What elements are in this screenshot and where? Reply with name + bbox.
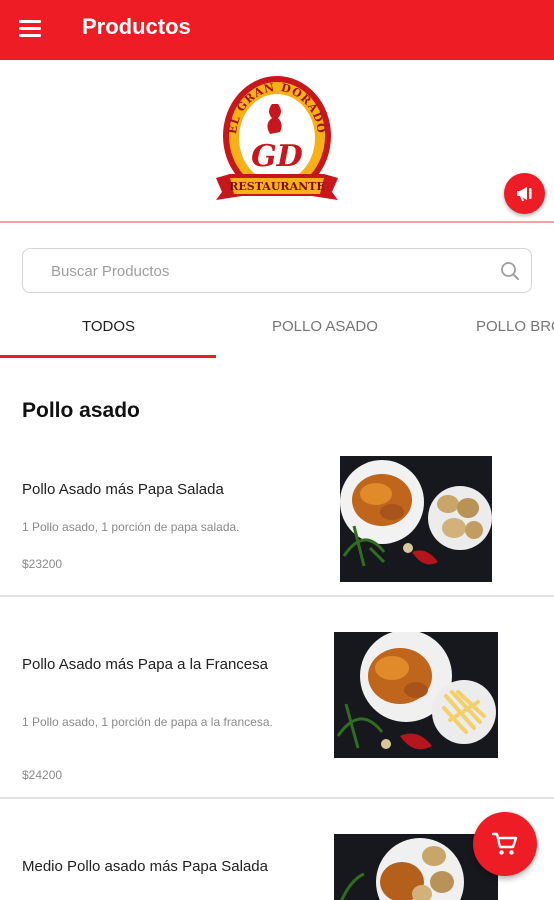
product-name: Medio Pollo asado más Papa Salada: [22, 858, 268, 875]
svg-text:GD: GD: [251, 139, 303, 174]
search-icon[interactable]: [500, 261, 520, 281]
hamburger-menu-icon[interactable]: [16, 16, 46, 42]
tab-pollo-broaster[interactable]: POLLO BROASTER: [476, 318, 554, 335]
product-name: Pollo Asado más Papa Salada: [22, 481, 224, 498]
product-card[interactable]: Pollo Asado más Papa Salada 1 Pollo asad…: [0, 440, 554, 596]
product-card[interactable]: Pollo Asado más Papa a la Francesa 1 Pol…: [0, 597, 554, 798]
promotions-button[interactable]: [504, 173, 545, 214]
cart-button[interactable]: [473, 812, 537, 876]
product-name: Pollo Asado más Papa a la Francesa: [22, 656, 268, 673]
tab-todos[interactable]: TODOS: [82, 318, 135, 335]
category-tabs: TODOS POLLO ASADO POLLO BROASTER: [0, 302, 554, 358]
restaurant-logo: EL GRAN DORADO GD RESTAURANTE: [212, 74, 342, 208]
megaphone-icon: [517, 187, 532, 201]
app-bar: Productos: [0, 0, 554, 60]
product-card[interactable]: Medio Pollo asado más Papa Salada: [0, 799, 554, 900]
product-description: 1 Pollo asado, 1 porción de papa salada.: [22, 520, 240, 534]
search-box: [22, 248, 532, 293]
search-input[interactable]: [51, 261, 471, 281]
product-image: [334, 632, 498, 758]
section-title: Pollo asado: [22, 399, 140, 422]
product-image: [340, 456, 492, 582]
header-divider: [0, 221, 554, 223]
product-description: 1 Pollo asado, 1 porción de papa a la fr…: [22, 715, 273, 729]
svg-text:RESTAURANTE: RESTAURANTE: [229, 180, 324, 193]
shopping-cart-icon: [491, 832, 518, 855]
product-price: $23200: [22, 557, 63, 571]
page-title: Productos: [82, 14, 191, 39]
tab-pollo-asado[interactable]: POLLO ASADO: [272, 318, 378, 335]
product-price: $24200: [22, 768, 63, 782]
active-tab-indicator: [0, 355, 216, 358]
